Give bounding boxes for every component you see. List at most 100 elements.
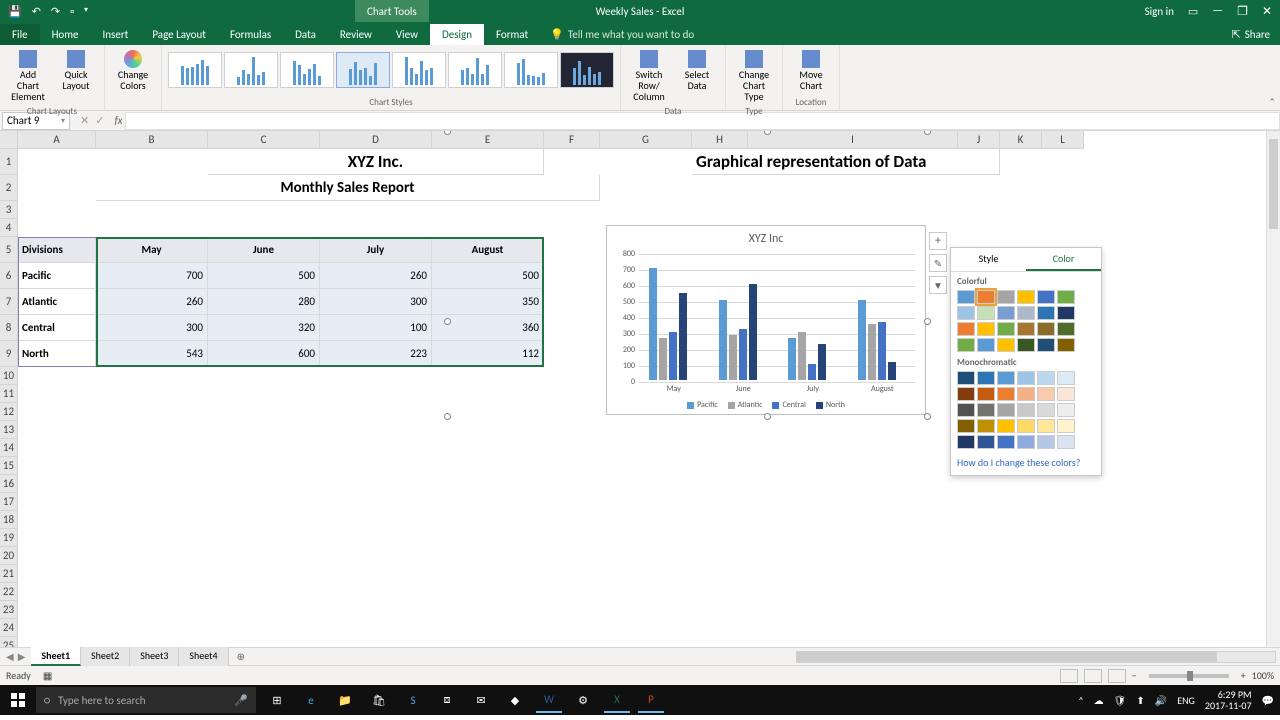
picker-tab-color[interactable]: Color	[1026, 248, 1101, 271]
col-header[interactable]: K	[1000, 131, 1042, 149]
color-swatch[interactable]	[977, 371, 995, 385]
tray-defender-icon[interactable]: 🛡	[1114, 694, 1127, 707]
enter-formula-icon[interactable]: ✓	[95, 114, 104, 127]
change-chart-type-button[interactable]: Change Chart Type	[732, 48, 776, 104]
chart-bar[interactable]	[679, 293, 687, 380]
cell[interactable]: July	[320, 237, 432, 263]
excel-icon[interactable]: X	[604, 687, 630, 713]
cell[interactable]: August	[432, 237, 544, 263]
chart-style-thumb[interactable]	[280, 52, 334, 88]
store-icon[interactable]: 🛍	[366, 687, 392, 713]
color-swatch[interactable]	[977, 290, 995, 304]
cell[interactable]: Divisions	[18, 237, 96, 263]
chart-style-thumb[interactable]	[448, 52, 502, 88]
chart-bar[interactable]	[659, 338, 667, 380]
tab-format[interactable]: Format	[484, 24, 540, 45]
color-swatch[interactable]	[977, 322, 995, 336]
chart-title[interactable]: XYZ Inc	[607, 226, 925, 246]
color-swatch[interactable]	[997, 322, 1015, 336]
chart-style-thumb[interactable]	[504, 52, 558, 88]
formula-input[interactable]	[125, 112, 1280, 130]
quick-layout-button[interactable]: Quick Layout	[54, 48, 98, 93]
share-button[interactable]: ⇱ Share	[1222, 24, 1280, 45]
cell[interactable]: XYZ Inc.	[208, 149, 544, 175]
col-header[interactable]: H	[692, 131, 748, 149]
color-swatch[interactable]	[977, 306, 995, 320]
col-header[interactable]: A	[18, 131, 96, 149]
color-swatch[interactable]	[1017, 435, 1035, 449]
chart-bar[interactable]	[749, 284, 757, 380]
resize-handle[interactable]	[924, 318, 931, 325]
cell[interactable]: 300	[320, 289, 432, 315]
row-header[interactable]: 8	[0, 315, 18, 341]
cell[interactable]: June	[208, 237, 320, 263]
tab-file[interactable]: File	[0, 24, 40, 45]
color-swatch[interactable]	[957, 338, 975, 352]
color-swatch[interactable]	[957, 371, 975, 385]
sign-in-link[interactable]: Sign in	[1145, 5, 1174, 18]
row-header[interactable]: 17	[0, 493, 18, 511]
color-swatch[interactable]	[1017, 371, 1035, 385]
col-header[interactable]: D	[320, 131, 432, 149]
tab-data[interactable]: Data	[283, 24, 328, 45]
color-swatch[interactable]	[997, 290, 1015, 304]
color-swatch[interactable]	[1057, 419, 1075, 433]
tray-onedrive-icon[interactable]: ☁	[1094, 694, 1104, 707]
color-swatch[interactable]	[1037, 435, 1055, 449]
row-header[interactable]: 18	[0, 511, 18, 529]
cancel-formula-icon[interactable]: ✕	[80, 114, 89, 127]
tell-me-search[interactable]: 💡 Tell me what you want to do	[540, 24, 704, 45]
color-swatch[interactable]	[997, 435, 1015, 449]
color-swatch[interactable]	[957, 306, 975, 320]
color-swatch[interactable]	[1057, 371, 1075, 385]
cell[interactable]: 300	[96, 315, 208, 341]
color-swatch[interactable]	[1037, 306, 1055, 320]
document-icon[interactable]: ▫	[70, 5, 74, 18]
cell[interactable]: May	[96, 237, 208, 263]
chart-style-thumb[interactable]	[336, 52, 390, 88]
chart-bar[interactable]	[808, 364, 816, 380]
close-button[interactable]: ✕	[1262, 4, 1272, 19]
color-swatch[interactable]	[1037, 387, 1055, 401]
cell[interactable]: 700	[96, 263, 208, 289]
add-sheet-button[interactable]: ⊕	[229, 650, 253, 663]
resize-handle[interactable]	[924, 413, 931, 420]
cell[interactable]: 500	[432, 263, 544, 289]
color-swatch[interactable]	[1037, 322, 1055, 336]
row-header[interactable]: 25	[0, 637, 18, 647]
color-swatch[interactable]	[1017, 290, 1035, 304]
start-button[interactable]	[0, 685, 36, 715]
tray-volume-icon[interactable]: 🔊	[1155, 694, 1167, 707]
mic-icon[interactable]: 🎤	[234, 694, 248, 707]
color-swatch[interactable]	[1057, 338, 1075, 352]
chart-styles-gallery[interactable]	[168, 48, 614, 88]
settings-icon[interactable]: ⚙	[570, 687, 596, 713]
color-swatch[interactable]	[1057, 322, 1075, 336]
cell[interactable]: 280	[208, 289, 320, 315]
chart-bar[interactable]	[798, 332, 806, 380]
task-view-icon[interactable]: ⊞	[264, 687, 290, 713]
row-header[interactable]: 21	[0, 565, 18, 583]
row-header[interactable]: 4	[0, 219, 18, 237]
chart-filters-button[interactable]: ▼	[929, 276, 947, 294]
tab-review[interactable]: Review	[328, 24, 384, 45]
color-swatch[interactable]	[1057, 290, 1075, 304]
macro-record-icon[interactable]: ▦	[43, 669, 52, 682]
color-swatch[interactable]	[1037, 419, 1055, 433]
qat-dropdown-icon[interactable]: ▾	[84, 5, 88, 18]
chart-bar[interactable]	[868, 324, 876, 380]
col-header[interactable]: J	[958, 131, 1000, 149]
row-header[interactable]: 9	[0, 341, 18, 367]
col-header[interactable]: L	[1042, 131, 1084, 149]
word-icon[interactable]: W	[536, 687, 562, 713]
color-swatch[interactable]	[997, 387, 1015, 401]
row-header[interactable]: 1	[0, 149, 18, 175]
color-swatch[interactable]	[997, 371, 1015, 385]
row-header[interactable]: 7	[0, 289, 18, 315]
tab-design[interactable]: Design	[430, 24, 484, 45]
chart-styles-button[interactable]: ✎	[929, 254, 947, 272]
tab-formulas[interactable]: Formulas	[218, 24, 283, 45]
col-header[interactable]: C	[208, 131, 320, 149]
cell[interactable]: 260	[320, 263, 432, 289]
sheet-tab[interactable]: Sheet3	[130, 647, 179, 666]
